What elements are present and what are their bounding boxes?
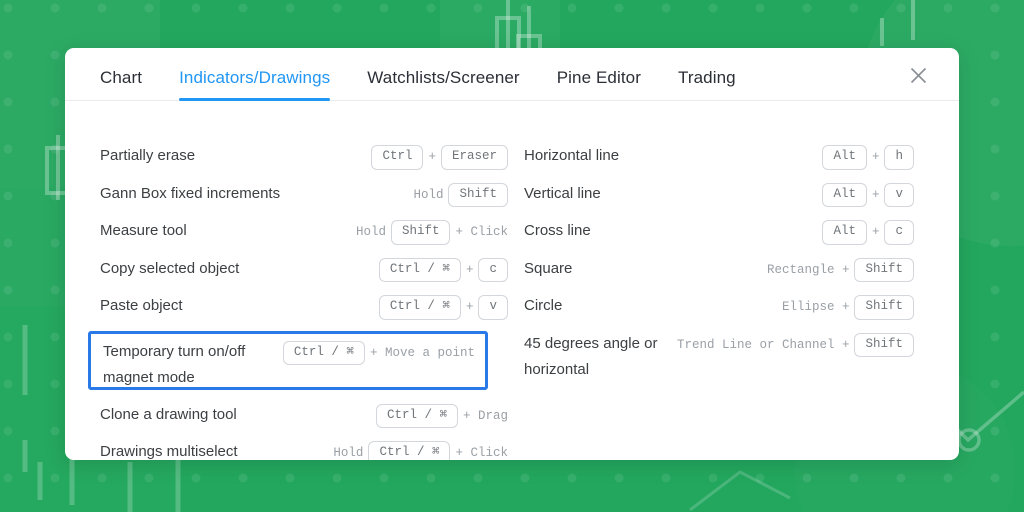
shortcut-row: Drawings multiselect Hold Ctrl / ⌘ + Click [100, 433, 518, 460]
shortcut-label: Partially erase [100, 147, 196, 164]
shortcut-separator: + [871, 150, 880, 165]
shortcut-prefix: Hold [333, 446, 364, 460]
close-button[interactable] [905, 62, 931, 88]
key-cap: Ctrl / ⌘ [282, 340, 365, 366]
tab-chart[interactable]: Chart [100, 68, 142, 100]
shortcut-row: Circle Ellipse + Shift [524, 287, 924, 325]
shortcut-row: Horizontal line Alt + h [524, 137, 924, 175]
key-cap: Shift [854, 295, 914, 320]
shortcut-row: Temporary turn on/off magnet mode Ctrl / … [88, 330, 488, 390]
shortcut-row: Square Rectangle + Shift [524, 250, 924, 288]
shortcut-label: Paste object [100, 297, 183, 314]
shortcut-keys: Hold Ctrl / ⌘ + Click [333, 433, 508, 460]
shortcut-suffix: + Click [455, 446, 508, 460]
key-cap: Eraser [440, 145, 508, 170]
key-cap: Ctrl / ⌘ [378, 257, 461, 283]
shortcuts-column-right: Horizontal line Alt + h Vertical line Alt + v Cr… [524, 101, 924, 378]
key-cap: Shift [390, 220, 451, 245]
key-cap: c [478, 257, 508, 283]
key-cap: Ctrl [371, 145, 424, 170]
shortcut-keys: Hold Shift [413, 175, 508, 208]
key-cap: Ctrl / ⌘ [375, 403, 458, 429]
key-cap: c [884, 220, 914, 245]
key-cap: Shift [448, 182, 508, 208]
shortcut-keys: Ctrl / ⌘ + Drag [375, 396, 508, 429]
shortcut-label: Gann Box fixed increments [100, 184, 281, 202]
shortcut-separator: + [871, 187, 880, 202]
shortcut-row: Cross line Alt + c [524, 212, 924, 250]
tab-pine-editor[interactable]: Pine Editor [557, 68, 641, 100]
shortcut-suffix: + Click [455, 225, 508, 240]
shortcut-label: Circle [524, 297, 563, 314]
shortcut-separator: + [428, 150, 436, 165]
shortcut-keys: Ellipse + Shift [782, 287, 914, 320]
shortcut-keys: Alt + c [822, 212, 914, 245]
shortcut-row: Measure tool Hold Shift + Click [100, 212, 518, 250]
key-cap: Shift [854, 257, 914, 283]
shortcut-label: Cross line [524, 222, 591, 239]
shortcut-prefix: Hold [413, 187, 444, 202]
shortcut-separator: + [465, 262, 474, 277]
key-cap: v [884, 182, 914, 208]
shortcut-keys: Ctrl / ⌘ + v [378, 287, 508, 320]
shortcut-keys: Trend Line or Channel + Shift [677, 325, 914, 358]
shortcut-keys: Alt + v [822, 175, 914, 208]
key-cap: Ctrl / ⌘ [378, 295, 461, 320]
shortcut-label: Square [524, 259, 573, 277]
shortcut-keys: Alt + h [822, 137, 914, 170]
shortcut-keys: Hold Shift + Click [356, 212, 508, 245]
shortcut-label: Horizontal line [524, 147, 620, 164]
shortcuts-dialog: Chart Indicators/Drawings Watchlists/Scr… [65, 48, 959, 460]
shortcut-row: Vertical line Alt + v [524, 175, 924, 213]
shortcut-suffix: + Move a point [369, 345, 475, 360]
shortcut-prefix: Rectangle + [766, 262, 850, 277]
shortcuts-column-left: Partially erase Ctrl + Eraser Gann Box fixed… [88, 101, 518, 460]
shortcut-label: Vertical line [524, 184, 601, 202]
shortcut-prefix: Trend Line or Channel + [676, 337, 850, 352]
shortcut-label: Temporary turn on/off magnet mode [103, 342, 246, 386]
dialog-tabbar: Chart Indicators/Drawings Watchlists/Scr… [65, 48, 959, 101]
shortcut-label: Measure tool [100, 222, 187, 239]
key-cap: v [478, 295, 508, 320]
tab-watchlists-screener[interactable]: Watchlists/Screener [367, 68, 519, 100]
shortcut-row: Partially erase Ctrl + Eraser [100, 137, 518, 175]
shortcut-label: Drawings multiselect [100, 443, 238, 460]
shortcut-prefix: Hold [355, 225, 386, 240]
shortcut-row: Copy selected object Ctrl / ⌘ + c [100, 250, 518, 288]
shortcut-keys: Ctrl + Eraser [371, 137, 508, 170]
shortcut-row: 45 degrees angle or horizontal Trend Line… [524, 325, 924, 378]
key-cap: h [884, 145, 914, 170]
key-cap: Alt [822, 220, 867, 245]
shortcut-prefix: Ellipse + [781, 300, 850, 315]
key-cap: Alt [822, 145, 867, 170]
shortcut-separator: + [465, 300, 474, 315]
shortcut-row: Gann Box fixed increments Hold Shift [100, 175, 518, 213]
tab-indicators-drawings[interactable]: Indicators/Drawings [179, 68, 331, 101]
shortcut-suffix: + Drag [462, 408, 508, 423]
key-cap: Alt [822, 182, 867, 208]
close-icon [910, 67, 926, 83]
shortcut-row: Paste object Ctrl / ⌘ + v [100, 287, 518, 325]
shortcut-row: Clone a drawing tool Ctrl / ⌘ + Drag [100, 396, 518, 434]
shortcut-label: 45 degrees angle or horizontal [524, 334, 658, 378]
shortcut-keys: Rectangle + Shift [767, 250, 914, 283]
shortcut-separator: + [871, 225, 880, 240]
key-cap: Shift [854, 332, 914, 358]
shortcut-label: Clone a drawing tool [100, 405, 237, 423]
tab-trading[interactable]: Trading [678, 68, 736, 100]
shortcut-label: Copy selected object [100, 259, 240, 277]
shortcut-keys: Ctrl / ⌘ + Move a point [282, 334, 475, 366]
shortcuts-content: Partially erase Ctrl + Eraser Gann Box fixed… [65, 101, 959, 460]
shortcut-keys: Ctrl / ⌘ + c [378, 250, 508, 283]
key-cap: Ctrl / ⌘ [368, 441, 451, 460]
